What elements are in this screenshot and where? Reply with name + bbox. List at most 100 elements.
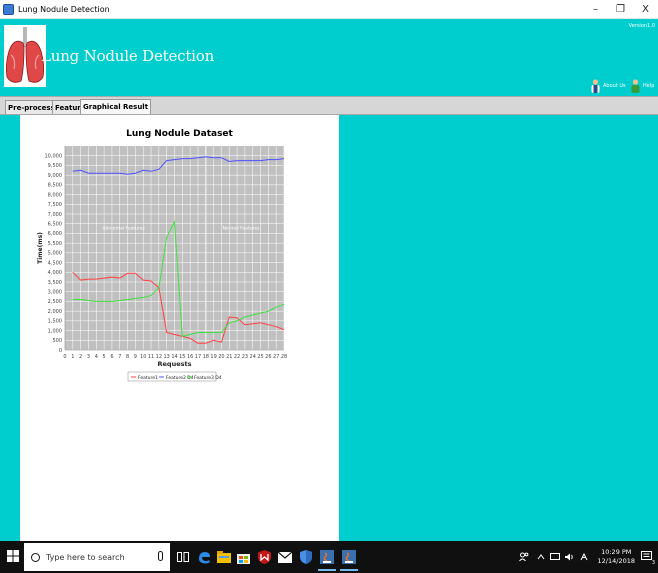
file-explorer-icon[interactable]: [215, 547, 233, 567]
y-tick-label: 1,500: [48, 319, 62, 325]
taskbar-clock[interactable]: 10:29 PM 12/14/2018: [598, 548, 635, 566]
app-header: Version1.0 Lung Nodule Detection About U…: [0, 19, 658, 96]
y-tick-label: 0: [59, 348, 62, 354]
x-tick-label: 24: [250, 354, 256, 360]
legend-label: Feature3 D4: [194, 375, 222, 381]
legend-label: Feature2 D4: [166, 375, 194, 381]
x-tick-label: 23: [242, 354, 248, 360]
edge-browser-icon[interactable]: [195, 547, 213, 567]
y-tick-label: 6,000: [48, 231, 62, 237]
chevron-up-icon[interactable]: [537, 554, 545, 560]
x-tick-label: 3: [87, 354, 90, 360]
y-axis-label: Time(ms): [37, 232, 44, 264]
x-tick-label: 17: [195, 354, 201, 360]
x-tick-label: 25: [257, 354, 263, 360]
chart-annotation: Abnormal Features: [102, 226, 145, 232]
x-tick-label: 8: [126, 354, 129, 360]
x-tick-label: 27: [273, 354, 279, 360]
x-tick-label: 22: [234, 354, 240, 360]
windows-start-icon[interactable]: [7, 550, 19, 562]
x-tick-label: 18: [203, 354, 209, 360]
y-tick-label: 500: [52, 338, 62, 344]
legend-label: Feature1: [138, 375, 158, 381]
x-tick-label: 10: [140, 354, 146, 360]
search-placeholder: Type here to search: [46, 552, 125, 562]
java-app-icon: [3, 3, 14, 15]
x-tick-label: 9: [134, 354, 137, 360]
y-tick-label: 7,000: [48, 212, 62, 218]
cortana-icon: [31, 552, 40, 562]
clock-date: 12/14/2018: [597, 557, 635, 565]
help-label: Help: [643, 83, 655, 89]
window-title: Lung Nodule Detection: [18, 4, 110, 14]
x-axis-label: Requests: [158, 360, 192, 368]
x-tick-label: 2: [79, 354, 82, 360]
x-tick-label: 0: [63, 354, 66, 360]
window-titlebar: Lung Nodule Detection – ❐ X: [0, 0, 658, 19]
security-shield-icon[interactable]: [297, 547, 315, 567]
version-label: Version1.0: [628, 23, 655, 29]
help-person-icon: [631, 79, 640, 93]
maximize-button[interactable]: ❐: [608, 0, 633, 19]
y-tick-label: 1,000: [48, 328, 62, 334]
y-tick-label: 4,500: [48, 260, 62, 266]
y-tick-label: 10,000: [45, 154, 63, 160]
content-area: Lung Nodule Dataset Abnormal Features Nor…: [0, 115, 658, 541]
store-icon[interactable]: [234, 547, 252, 567]
app-title: Lung Nodule Detection: [41, 47, 215, 65]
chart-annotation: Normal Features: [222, 226, 260, 232]
y-tick-label: 8,000: [48, 192, 62, 198]
x-tick-label: 5: [103, 354, 106, 360]
y-tick-label: 8,500: [48, 183, 62, 189]
notification-icon: [641, 550, 652, 560]
x-tick-label: 28: [281, 354, 287, 360]
window-controls: – ❐ X: [583, 0, 658, 19]
x-tick-label: 21: [226, 354, 232, 360]
network-icon[interactable]: [549, 553, 560, 561]
about-us-label: About Us: [603, 83, 626, 89]
minimize-button[interactable]: –: [583, 0, 608, 19]
close-button[interactable]: X: [633, 0, 658, 19]
taskbar-search-box[interactable]: Type here to search: [24, 543, 170, 571]
person-icon: [591, 79, 600, 93]
y-tick-label: 7,500: [48, 202, 62, 208]
x-tick-label: 19: [210, 354, 216, 360]
mcafee-icon[interactable]: [255, 547, 273, 567]
y-tick-label: 6,500: [48, 222, 62, 228]
y-tick-label: 4,000: [48, 270, 62, 276]
y-tick-label: 2,000: [48, 309, 62, 315]
x-tick-label: 11: [148, 354, 154, 360]
chart-panel: Lung Nodule Dataset Abnormal Features Nor…: [20, 115, 339, 541]
x-tick-label: 26: [265, 354, 271, 360]
language-icon[interactable]: [580, 553, 590, 561]
tab-graphical-result[interactable]: Graphical Result: [80, 99, 152, 114]
x-tick-label: 4: [95, 354, 98, 360]
notification-count: 3: [651, 559, 655, 566]
help-link[interactable]: Help: [630, 79, 654, 93]
volume-icon[interactable]: [564, 553, 575, 561]
y-tick-label: 2,500: [48, 299, 62, 305]
lungs-logo-icon: [4, 25, 46, 87]
java-app-taskbar-icon[interactable]: [318, 547, 336, 571]
x-tick-label: 6: [110, 354, 113, 360]
y-tick-label: 9,000: [48, 173, 62, 179]
tab-bar: Pre-processing Features Graphical Result: [0, 96, 658, 115]
java-app-taskbar-icon-2[interactable]: [340, 547, 358, 571]
mail-icon[interactable]: [276, 547, 294, 567]
x-tick-label: 7: [118, 354, 121, 360]
microphone-icon[interactable]: [158, 551, 163, 561]
clock-time: 10:29 PM: [601, 548, 632, 556]
about-us-link[interactable]: About Us: [590, 79, 626, 93]
action-center-button[interactable]: 3: [641, 550, 655, 566]
task-view-icon[interactable]: [174, 547, 192, 567]
people-icon[interactable]: [518, 552, 529, 562]
y-tick-label: 9,500: [48, 163, 62, 169]
x-tick-label: 20: [218, 354, 224, 360]
y-tick-label: 5,000: [48, 251, 62, 257]
y-tick-label: 3,500: [48, 280, 62, 286]
line-chart: Abnormal Features Normal Features 0 500 1,00…: [37, 146, 287, 382]
x-tick-label: 1: [71, 354, 74, 360]
windows-taskbar: Type here to search 10:29 PM 12/14/2018 …: [0, 541, 658, 573]
system-tray: 10:29 PM 12/14/2018 3: [518, 541, 658, 573]
y-tick-label: 3,000: [48, 290, 62, 296]
